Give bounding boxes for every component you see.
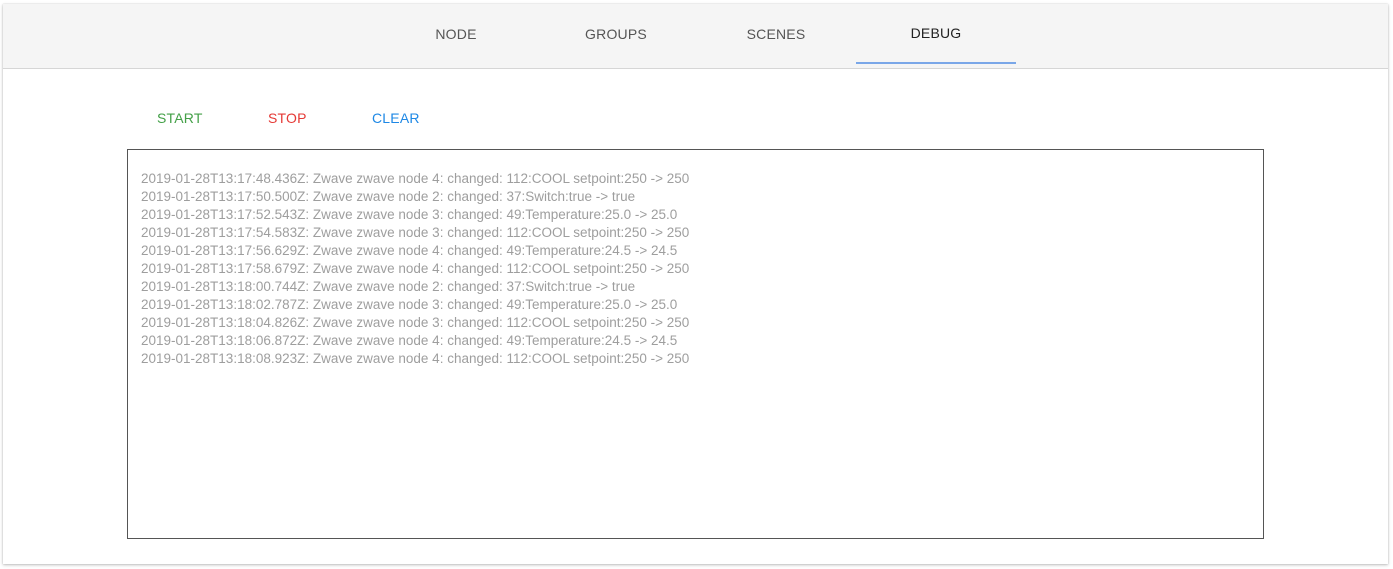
log-line: 2019-01-28T13:17:50.500Z: Zwave zwave no… <box>141 189 636 204</box>
log-line: 2019-01-28T13:17:54.583Z: Zwave zwave no… <box>141 225 690 240</box>
debug-actions: START STOP CLEAR <box>3 94 603 142</box>
log-line: 2019-01-28T13:18:06.872Z: Zwave zwave no… <box>141 333 678 348</box>
log-line: 2019-01-28T13:17:48.436Z: Zwave zwave no… <box>141 171 690 186</box>
log-line: 2019-01-28T13:18:00.744Z: Zwave zwave no… <box>141 279 636 294</box>
tab-scenes[interactable]: SCENES <box>696 4 856 64</box>
log-line: 2019-01-28T13:17:58.679Z: Zwave zwave no… <box>141 261 690 276</box>
log-line: 2019-01-28T13:18:02.787Z: Zwave zwave no… <box>141 297 678 312</box>
log-line: 2019-01-28T13:18:04.826Z: Zwave zwave no… <box>141 315 690 330</box>
tab-groups[interactable]: GROUPS <box>536 4 696 64</box>
log-line: 2019-01-28T13:17:56.629Z: Zwave zwave no… <box>141 243 678 258</box>
debug-log-output[interactable]: 2019-01-28T13:17:48.436Z: Zwave zwave no… <box>127 149 1264 539</box>
log-line: 2019-01-28T13:18:08.923Z: Zwave zwave no… <box>141 351 690 366</box>
clear-button[interactable]: CLEAR <box>356 94 436 142</box>
stop-button[interactable]: STOP <box>252 94 323 142</box>
start-button[interactable]: START <box>141 94 219 142</box>
debug-panel-card: NODE GROUPS SCENES DEBUG START STOP CLEA… <box>3 4 1388 564</box>
tab-node[interactable]: NODE <box>376 4 536 64</box>
tab-bar: NODE GROUPS SCENES DEBUG <box>3 4 1388 69</box>
tab-debug[interactable]: DEBUG <box>856 4 1016 64</box>
log-line: 2019-01-28T13:17:52.543Z: Zwave zwave no… <box>141 207 678 222</box>
